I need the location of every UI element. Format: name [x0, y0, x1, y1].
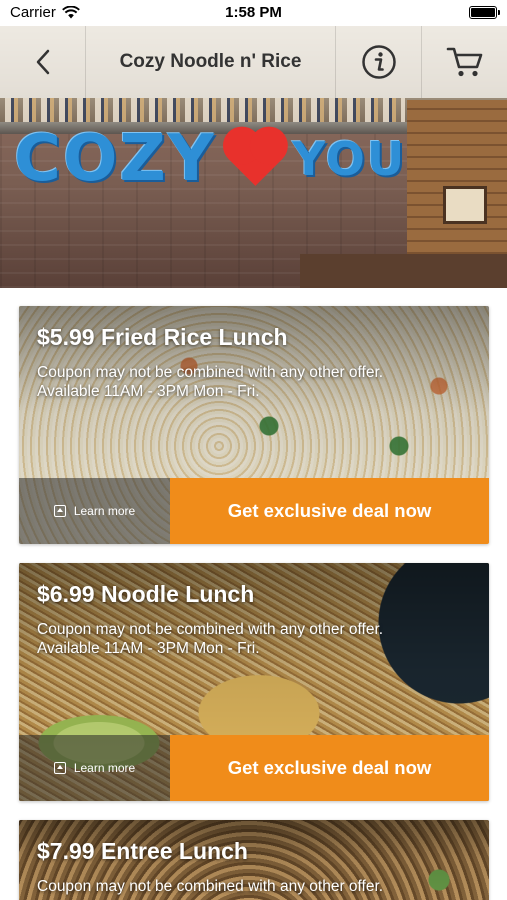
- chevron-left-icon: [36, 49, 49, 75]
- deal-title: $7.99 Entree Lunch: [37, 838, 248, 864]
- nav-actions: [335, 26, 507, 98]
- deal-description: Coupon may not be combined with any othe…: [37, 877, 457, 896]
- back-button[interactable]: [0, 26, 86, 98]
- deal-description: Coupon may not be combined with any othe…: [37, 363, 457, 401]
- deal-title: $6.99 Noodle Lunch: [37, 581, 255, 607]
- info-icon: [361, 45, 396, 79]
- learn-more-button[interactable]: Learn more: [19, 735, 170, 801]
- sign-text-right: YOU: [292, 132, 407, 186]
- wall-sign: COZY YOU: [14, 122, 406, 196]
- deal-title: $5.99 Fried Rice Lunch: [37, 324, 288, 350]
- heart-icon: [220, 125, 288, 193]
- counter: [300, 254, 507, 288]
- page-title: Cozy Noodle n' Rice: [119, 51, 302, 72]
- battery-icon: [469, 6, 500, 19]
- deal-hours: Available 11AM - 3PM Mon - Fri.: [37, 383, 260, 400]
- status-bar: Carrier 1:58 PM: [0, 0, 507, 26]
- get-deal-button[interactable]: Get exclusive deal now: [170, 478, 489, 544]
- cart-icon: [446, 47, 482, 77]
- get-deal-button[interactable]: Get exclusive deal now: [170, 735, 489, 801]
- deal-terms: Coupon may not be combined with any othe…: [37, 621, 384, 638]
- deal-terms: Coupon may not be combined with any othe…: [37, 364, 384, 381]
- info-card-icon: [53, 762, 66, 774]
- deal-terms: Coupon may not be combined with any othe…: [37, 878, 384, 895]
- deal-card[interactable]: $7.99 Entree Lunch Coupon may not be com…: [19, 820, 489, 900]
- status-time: 1:58 PM: [225, 4, 282, 21]
- deal-description: Coupon may not be combined with any othe…: [37, 620, 457, 658]
- cart-button[interactable]: [421, 26, 507, 98]
- info-button[interactable]: [335, 26, 421, 98]
- deal-card[interactable]: $5.99 Fried Rice Lunch Coupon may not be…: [19, 306, 489, 544]
- nav-bar: Cozy Noodle n' Rice: [0, 26, 507, 98]
- deals-list[interactable]: $5.99 Fried Rice Lunch Coupon may not be…: [0, 288, 507, 900]
- learn-more-label: Learn more: [73, 761, 136, 775]
- deal-card[interactable]: $6.99 Noodle Lunch Coupon may not be com…: [19, 563, 489, 801]
- learn-more-button[interactable]: Learn more: [19, 478, 170, 544]
- sign-text-left: COZY: [14, 122, 217, 196]
- learn-more-label: Learn more: [73, 504, 136, 518]
- info-card-icon: [53, 505, 66, 517]
- wall-frame: [443, 186, 487, 224]
- deal-hours: Available 11AM - 3PM Mon - Fri.: [37, 640, 260, 657]
